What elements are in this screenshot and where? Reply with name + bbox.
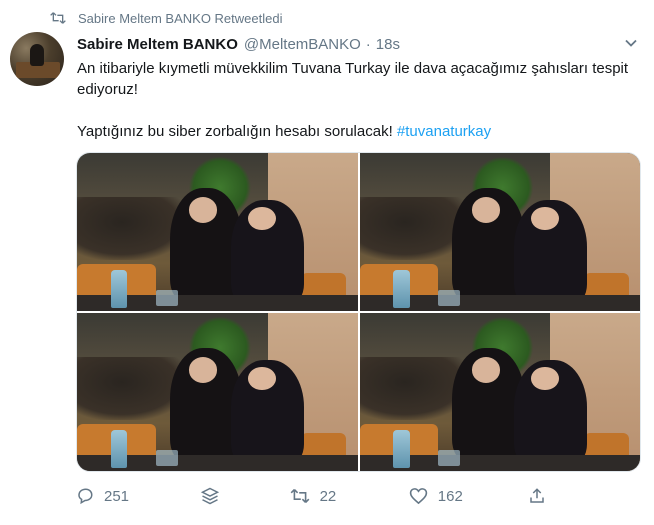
media-grid <box>76 152 641 472</box>
media-photo-4[interactable] <box>359 313 640 471</box>
tweet-actions: 251 22 162 <box>76 484 546 508</box>
retweet-banner: Sabire Meltem BANKO Retweetledi <box>50 9 282 27</box>
retweet-count: 22 <box>319 487 337 505</box>
stack-icon <box>200 486 220 506</box>
tweet-text-line2-plain: Yaptığınız bu siber zorbalığın hesabı so… <box>77 123 393 140</box>
tweet-text-line1: An itibariyle kıymetli müvekkilim Tuvana… <box>77 60 629 98</box>
reply-button[interactable]: 251 <box>76 487 200 505</box>
chevron-down-icon[interactable] <box>624 36 638 50</box>
reply-count: 251 <box>104 487 130 505</box>
author-display-name[interactable]: Sabire Meltem BANKO <box>77 36 238 53</box>
tweet-time[interactable]: 18s <box>376 36 400 53</box>
heart-icon <box>409 487 428 505</box>
media-photo-2[interactable] <box>359 153 640 311</box>
media-photo-1[interactable] <box>77 153 358 311</box>
reply-icon <box>76 487 94 505</box>
tweet-header: Sabire Meltem BANKO @MeltemBANKO · 18s <box>77 34 640 54</box>
retweet-button[interactable]: 22 <box>290 488 409 505</box>
retweet-icon <box>50 11 66 25</box>
retweet-banner-text[interactable]: Sabire Meltem BANKO Retweetledi <box>78 11 282 26</box>
like-button[interactable]: 162 <box>409 487 528 505</box>
share-icon <box>528 487 546 505</box>
tweet-text: An itibariyle kıymetli müvekkilim Tuvana… <box>77 58 637 142</box>
thread-button[interactable] <box>200 486 289 506</box>
retweet-icon <box>290 488 310 504</box>
time-separator: · <box>365 35 371 53</box>
author-handle[interactable]: @MeltemBANKO <box>244 36 361 53</box>
share-button[interactable] <box>528 487 546 505</box>
media-photo-3[interactable] <box>77 313 358 471</box>
hashtag-link[interactable]: #tuvanaturkay <box>397 123 491 140</box>
avatar[interactable] <box>10 32 64 86</box>
tweet-text-line2: Yaptığınız bu siber zorbalığın hesabı so… <box>77 121 637 142</box>
like-count: 162 <box>437 487 463 505</box>
